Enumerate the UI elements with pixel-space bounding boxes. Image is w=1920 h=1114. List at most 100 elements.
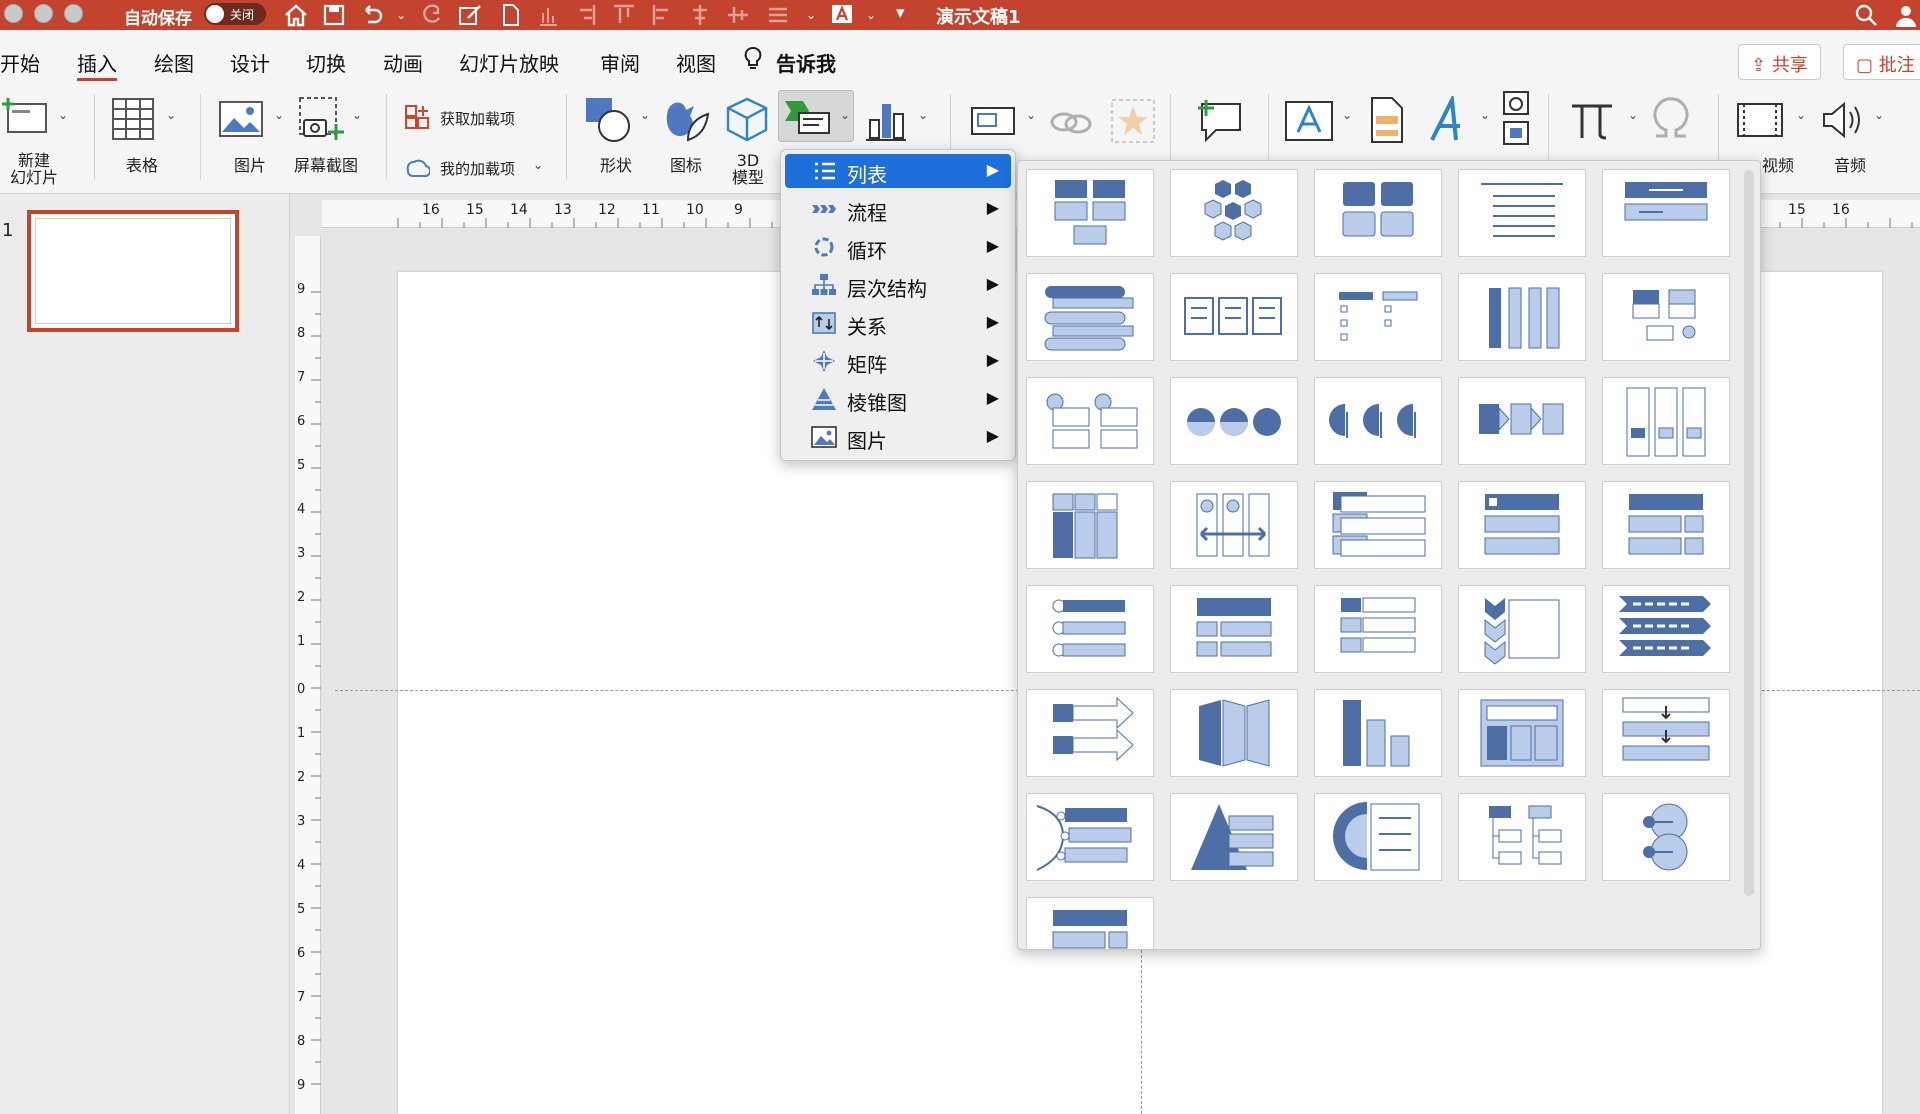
smartart-layout-tile[interactable] (1458, 689, 1586, 777)
tab-review[interactable]: 审阅 (600, 48, 640, 77)
align-right-icon[interactable] (572, 1, 600, 29)
distribute-dropdown-icon[interactable]: ⌄ (806, 8, 816, 22)
smartart-layout-tile[interactable] (1458, 273, 1586, 361)
my-addins-icon[interactable] (404, 154, 430, 180)
undo-dropdown-icon[interactable]: ⌄ (396, 8, 406, 22)
new-document-icon[interactable] (496, 1, 524, 29)
audio-icon[interactable] (1820, 98, 1866, 142)
my-addins-label[interactable]: 我的加载项 (440, 158, 515, 179)
smartart-layout-tile[interactable] (1170, 169, 1298, 257)
smartart-layout-tile[interactable] (1170, 273, 1298, 361)
share-button[interactable]: ⇪ 共享 (1738, 44, 1821, 80)
zoom-window-button[interactable] (64, 4, 83, 23)
tab-design[interactable]: 设计 (230, 48, 270, 77)
chart-insert-icon[interactable] (864, 98, 908, 142)
audio-label[interactable]: 音频 (1834, 152, 1866, 176)
get-addins-icon[interactable] (404, 104, 430, 130)
distribute-icon[interactable] (764, 1, 792, 29)
smartart-layout-tile[interactable] (1458, 585, 1586, 673)
menu-item-pyramid[interactable]: 棱锥图 ▶ (785, 382, 1011, 416)
smartart-layout-tile[interactable] (1602, 689, 1730, 777)
text-insert-dropdown-icon[interactable]: ⌄ (1342, 108, 1352, 122)
table-icon[interactable] (110, 96, 156, 142)
smartart-layout-tile[interactable] (1458, 169, 1586, 257)
my-addins-dropdown-icon[interactable]: ⌄ (533, 158, 543, 172)
smartart-layout-tile[interactable] (1314, 689, 1442, 777)
align-top-icon[interactable] (610, 1, 638, 29)
table-label[interactable]: 表格 (126, 152, 158, 176)
account-icon[interactable] (1892, 1, 1920, 29)
equation-icon[interactable] (1568, 98, 1616, 142)
menu-item-hierarchy[interactable]: 层次结构 ▶ (785, 268, 1011, 302)
shapes-label[interactable]: 形状 (600, 152, 632, 176)
align-middle-icon[interactable] (724, 1, 752, 29)
smartart-layout-tile[interactable] (1602, 169, 1730, 257)
vertical-guide[interactable] (1141, 940, 1142, 1114)
smartart-layout-tile[interactable] (1026, 897, 1154, 949)
tab-home[interactable]: 开始 (0, 48, 40, 77)
menu-item-cycle[interactable]: 循环 ▶ (785, 230, 1011, 264)
action-icon[interactable] (1110, 98, 1156, 144)
tell-me-search[interactable]: 告诉我 (776, 48, 836, 77)
smartart-layout-tile[interactable] (1170, 481, 1298, 569)
icons-label[interactable]: 图标 (670, 152, 702, 176)
smartart-layout-tile[interactable] (1602, 481, 1730, 569)
font-color-dropdown-icon[interactable]: ⌄ (866, 8, 876, 22)
smartart-layout-tile[interactable] (1314, 481, 1442, 569)
shapes-icon[interactable] (584, 96, 634, 144)
home-icon[interactable] (282, 1, 310, 29)
redo-icon[interactable] (418, 1, 446, 29)
smartart-layout-tile[interactable] (1458, 793, 1586, 881)
picture-icon[interactable] (218, 100, 264, 138)
smartart-layout-tile[interactable] (1602, 585, 1730, 673)
video-label[interactable]: 视频 (1762, 152, 1794, 176)
shapes-dropdown-icon[interactable]: ⌄ (640, 108, 650, 122)
3d-model-icon[interactable] (724, 96, 770, 144)
get-addins-label[interactable]: 获取加载项 (440, 108, 515, 129)
chart-icon[interactable] (534, 1, 562, 29)
smartart-layout-tile[interactable] (1026, 585, 1154, 673)
menu-item-process[interactable]: 流程 ▶ (785, 192, 1011, 226)
smartart-layout-tile[interactable] (1026, 689, 1154, 777)
audio-dropdown-icon[interactable]: ⌄ (1874, 108, 1884, 122)
link-icon[interactable] (1048, 102, 1094, 142)
text-box-insert-icon[interactable] (1284, 98, 1336, 144)
screenshot-dropdown-icon[interactable]: ⌄ (352, 108, 362, 122)
gallery-scrollbar[interactable] (1744, 170, 1754, 896)
table-dropdown-icon[interactable]: ⌄ (166, 108, 176, 122)
new-slide-label[interactable]: 新建 幻灯片 (10, 152, 58, 186)
equation-dropdown-icon[interactable]: ⌄ (1628, 108, 1638, 122)
picture-dropdown-icon[interactable]: ⌄ (274, 108, 284, 122)
tab-slideshow[interactable]: 幻灯片放映 (459, 48, 559, 77)
screenshot-icon[interactable] (298, 96, 344, 142)
video-dropdown-icon[interactable]: ⌄ (1796, 108, 1806, 122)
new-slide-icon[interactable] (2, 96, 52, 136)
wordart-icon[interactable] (1426, 96, 1472, 144)
tab-animations[interactable]: 动画 (383, 48, 423, 77)
text-box-icon[interactable] (970, 102, 1016, 142)
edit-icon[interactable] (456, 1, 484, 29)
new-slide-dropdown-icon[interactable]: ⌄ (58, 108, 68, 122)
smartart-layout-tile[interactable] (1602, 793, 1730, 881)
smartart-layout-tile[interactable] (1026, 793, 1154, 881)
date-time-icon[interactable] (1500, 90, 1532, 148)
smartart-layout-tile[interactable] (1314, 377, 1442, 465)
video-icon[interactable] (1736, 98, 1784, 142)
smartart-layout-tile[interactable] (1170, 377, 1298, 465)
smartart-layout-tile[interactable] (1314, 169, 1442, 257)
smartart-layout-tile[interactable] (1170, 585, 1298, 673)
3d-model-label[interactable]: 3D 模型 (732, 152, 764, 186)
autosave-toggle[interactable]: 关闭 (204, 3, 266, 25)
smartart-layout-tile[interactable] (1602, 273, 1730, 361)
chart-dropdown-icon[interactable]: ⌄ (918, 108, 928, 122)
smartart-layout-tile[interactable] (1458, 481, 1586, 569)
save-icon[interactable] (320, 1, 348, 29)
menu-item-matrix[interactable]: 矩阵 ▶ (785, 344, 1011, 378)
smartart-layout-tile[interactable] (1602, 377, 1730, 465)
text-box-dropdown-icon[interactable]: ⌄ (1026, 108, 1036, 122)
undo-icon[interactable] (358, 1, 386, 29)
symbol-icon[interactable] (1648, 96, 1694, 142)
tab-insert[interactable]: 插入 (77, 48, 117, 77)
wordart-dropdown-icon[interactable]: ⌄ (1480, 108, 1490, 122)
tab-draw[interactable]: 绘图 (154, 48, 194, 77)
